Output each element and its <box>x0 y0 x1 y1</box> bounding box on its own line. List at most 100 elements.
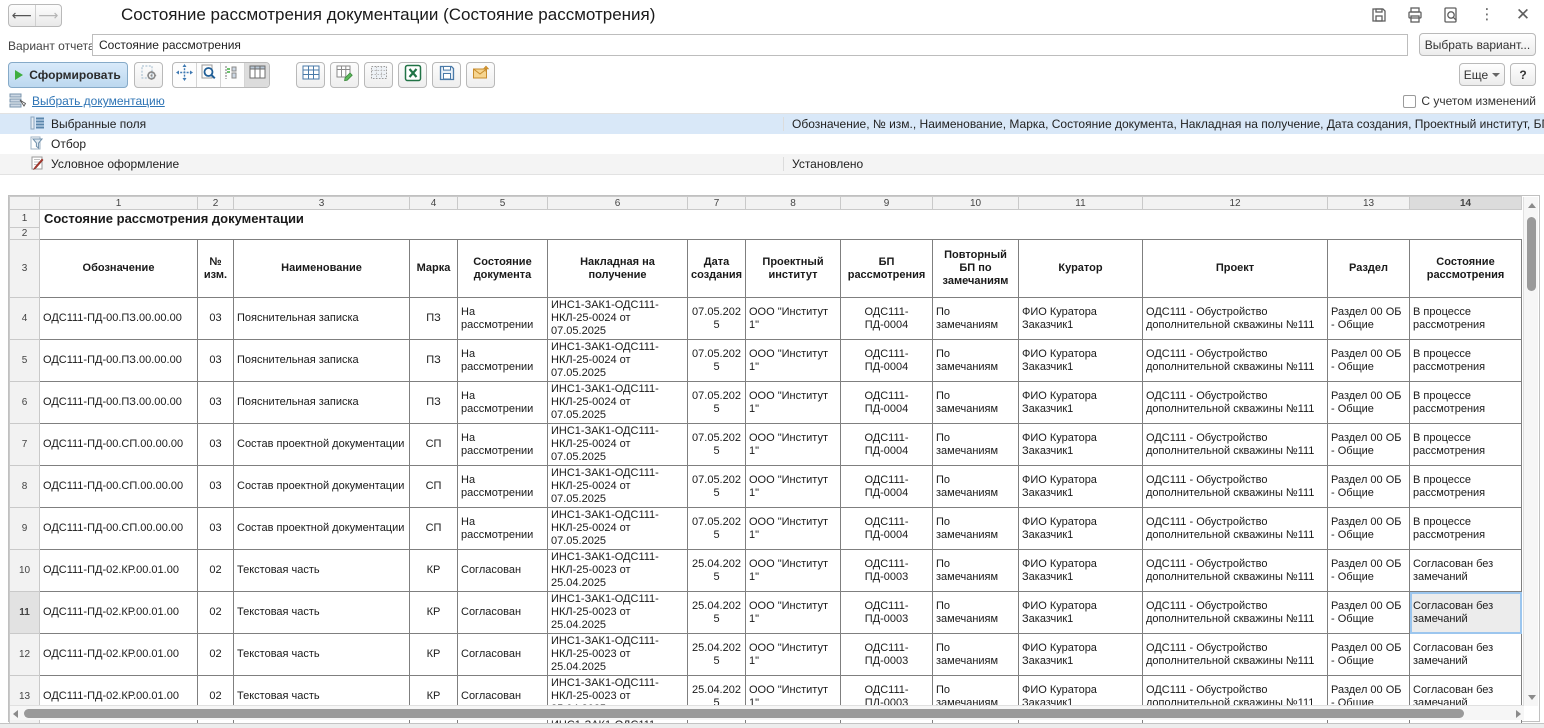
table-cell[interactable]: По замечаниям <box>933 550 1019 592</box>
table-cell[interactable]: По замечаниям <box>933 298 1019 340</box>
table-cell[interactable]: ПЗ <box>410 340 458 382</box>
table-cell[interactable]: ФИО Куратора Заказчик1 <box>1019 466 1143 508</box>
variant-input[interactable] <box>92 34 1408 56</box>
column-number[interactable]: 8 <box>746 197 841 210</box>
table-cell[interactable]: По замечаниям <box>933 382 1019 424</box>
scroll-left-icon[interactable] <box>13 710 18 718</box>
table-cell[interactable]: ПЗ <box>410 298 458 340</box>
column-number[interactable]: 2 <box>198 197 234 210</box>
table-cell[interactable]: На рассмотрении <box>458 424 548 466</box>
table-cell[interactable]: ОДС111-ПД-00.СП.00.00.00 <box>40 424 198 466</box>
table-cell[interactable]: Раздел 00 ОБ - Общие <box>1328 466 1410 508</box>
send-email-button[interactable] <box>466 62 495 88</box>
table-cell[interactable]: ОДС111 - Обустройство дополнительной скв… <box>1143 550 1328 592</box>
move-button[interactable] <box>173 63 197 87</box>
table-cell[interactable]: Состав проектной документации <box>234 424 410 466</box>
column-header[interactable]: Повторный БП по замечаниям <box>933 240 1019 298</box>
row-number[interactable]: 11 <box>10 592 40 634</box>
column-header[interactable]: № изм. <box>198 240 234 298</box>
table-cell[interactable]: ОДС111-ПД-0004 <box>841 298 933 340</box>
table-cell[interactable]: На рассмотрении <box>458 340 548 382</box>
table-cell[interactable]: Раздел 00 ОБ - Общие <box>1328 340 1410 382</box>
column-header[interactable]: Состояние рассмотрения <box>1410 240 1522 298</box>
table-cell[interactable]: Согласован без замечаний <box>1410 550 1522 592</box>
row-number[interactable]: 9 <box>10 508 40 550</box>
table-cell[interactable]: ИНС1-ЗАК1-ОДС111-НКЛ-25-0024 от 07.05.20… <box>548 424 688 466</box>
table-cell[interactable]: 25.04.2025 <box>688 634 746 676</box>
table-cell[interactable]: Согласован без замечаний <box>1410 592 1522 634</box>
close-icon[interactable]: ✕ <box>1512 4 1534 26</box>
table-cell[interactable]: В процессе рассмотрения <box>1410 382 1522 424</box>
table-cell[interactable]: Раздел 00 ОБ - Общие <box>1328 424 1410 466</box>
table-cell[interactable]: На рассмотрении <box>458 466 548 508</box>
table-columns-button[interactable] <box>245 63 269 87</box>
column-header[interactable]: БП рассмотрения <box>841 240 933 298</box>
table-cell[interactable]: 25.04.2025 <box>688 592 746 634</box>
select-documentation-link[interactable]: Выбрать документацию <box>32 94 165 108</box>
table-cell[interactable]: ОДС111-ПД-00.СП.00.00.00 <box>40 466 198 508</box>
table-cell[interactable]: ОДС111-ПД-0003 <box>841 550 933 592</box>
table-cell[interactable]: ОДС111-ПД-0003 <box>841 592 933 634</box>
grid-view-button[interactable] <box>296 62 325 88</box>
back-button[interactable]: ⟵ <box>9 5 36 26</box>
table-cell[interactable]: 03 <box>198 508 234 550</box>
table-cell[interactable]: КР <box>410 634 458 676</box>
help-button[interactable]: ? <box>1510 63 1536 86</box>
vertical-scroll-thumb[interactable] <box>1527 217 1536 291</box>
table-cell[interactable]: ФИО Куратора Заказчик1 <box>1019 634 1143 676</box>
table-cell[interactable]: 25.04.2025 <box>688 550 746 592</box>
row-number[interactable]: 1 <box>10 210 40 228</box>
table-cell[interactable]: ФИО Куратора Заказчик1 <box>1019 424 1143 466</box>
table-cell[interactable]: ОДС111-ПД-0004 <box>841 508 933 550</box>
horizontal-scroll-thumb[interactable] <box>24 709 1464 718</box>
column-header[interactable]: Дата создания <box>688 240 746 298</box>
table-cell[interactable]: По замечаниям <box>933 592 1019 634</box>
table-cell[interactable]: СП <box>410 466 458 508</box>
table-cell[interactable]: ОДС111-ПД-00.ПЗ.00.00.00 <box>40 382 198 424</box>
table-cell[interactable]: Пояснительная записка <box>234 340 410 382</box>
settings-row-selected-fields[interactable]: Выбранные поля Обозначение, № изм., Наим… <box>0 114 1544 134</box>
table-cell[interactable]: СП <box>410 424 458 466</box>
column-number[interactable]: 11 <box>1019 197 1143 210</box>
table-cell[interactable]: 03 <box>198 340 234 382</box>
column-header[interactable]: Накладная на получение <box>548 240 688 298</box>
corner-cell[interactable] <box>10 197 40 210</box>
table-cell[interactable]: 07.05.2025 <box>688 382 746 424</box>
table-cell[interactable]: ИНС1-ЗАК1-ОДС111-НКЛ-25-0024 от 07.05.20… <box>548 508 688 550</box>
table-cell[interactable]: ООО "Институт 1" <box>746 382 841 424</box>
table-cell[interactable]: На рассмотрении <box>458 298 548 340</box>
scroll-right-icon[interactable] <box>1516 710 1521 718</box>
chart-structure-button[interactable] <box>221 63 245 87</box>
table-cell[interactable]: ООО "Институт 1" <box>746 466 841 508</box>
table-cell[interactable]: Раздел 00 ОБ - Общие <box>1328 508 1410 550</box>
table-cell[interactable]: ПЗ <box>410 382 458 424</box>
column-number[interactable]: 14 <box>1410 197 1522 210</box>
table-cell[interactable]: ОДС111 - Обустройство дополнительной скв… <box>1143 340 1328 382</box>
row-number[interactable]: 3 <box>10 240 40 298</box>
save-icon[interactable] <box>1368 4 1390 26</box>
row-number[interactable]: 2 <box>10 228 40 240</box>
more-button[interactable]: Еще <box>1459 63 1505 86</box>
horizontal-scrollbar[interactable] <box>10 705 1524 720</box>
scroll-down-icon[interactable] <box>1528 695 1536 700</box>
table-cell[interactable]: 03 <box>198 382 234 424</box>
table-cell[interactable]: ООО "Институт 1" <box>746 424 841 466</box>
table-cell[interactable]: ООО "Институт 1" <box>746 298 841 340</box>
row-number[interactable]: 8 <box>10 466 40 508</box>
table-cell[interactable]: Раздел 00 ОБ - Общие <box>1328 592 1410 634</box>
table-cell[interactable]: ФИО Куратора Заказчик1 <box>1019 550 1143 592</box>
column-number[interactable]: 13 <box>1328 197 1410 210</box>
column-header[interactable]: Проектный институт <box>746 240 841 298</box>
table-cell[interactable]: 07.05.2025 <box>688 508 746 550</box>
column-header[interactable]: Куратор <box>1019 240 1143 298</box>
column-number[interactable]: 9 <box>841 197 933 210</box>
column-header[interactable]: Обозначение <box>40 240 198 298</box>
table-cell[interactable]: ООО "Институт 1" <box>746 634 841 676</box>
preview-icon[interactable] <box>1440 4 1462 26</box>
table-cell[interactable]: По замечаниям <box>933 424 1019 466</box>
save-result-button[interactable] <box>432 62 461 88</box>
table-cell[interactable]: 07.05.2025 <box>688 340 746 382</box>
table-cell[interactable]: 07.05.2025 <box>688 298 746 340</box>
with-changes-checkbox[interactable] <box>1403 95 1416 108</box>
table-cell[interactable]: ФИО Куратора Заказчик1 <box>1019 382 1143 424</box>
